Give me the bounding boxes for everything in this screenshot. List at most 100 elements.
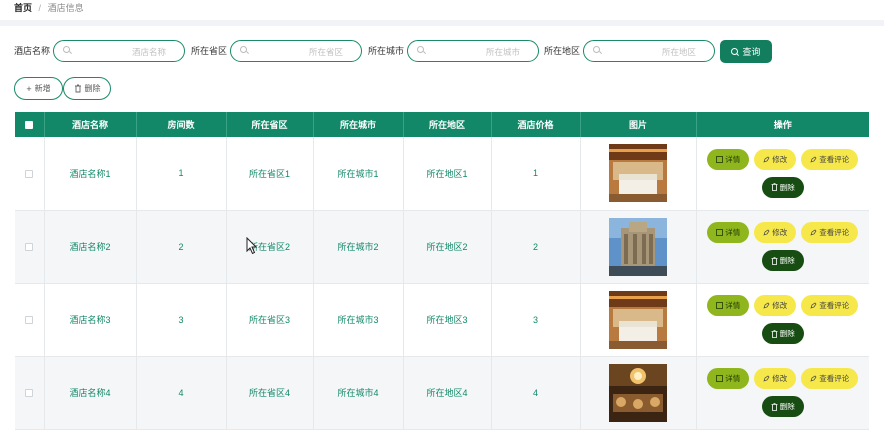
search-placeholder: 所在城市 [485,47,520,57]
search-input-city[interactable]: 所在城市 [407,40,539,62]
trash-icon [771,402,778,411]
search-placeholder: 所在省区 [308,47,343,57]
view-reviews-button-label: 查看评论 [819,301,850,310]
search-icon [417,46,426,55]
cell-price: 4 [491,356,581,430]
delete-button[interactable]: 删除 [761,396,804,417]
row-checkbox[interactable] [15,210,45,284]
view-reviews-button[interactable]: 查看评论 [801,368,859,389]
column-header: 房间数 [136,112,227,137]
search-icon [593,46,602,55]
cell-image [580,283,697,357]
trash-icon [771,329,778,338]
batch-delete-button[interactable]: 删除 [63,77,111,100]
checkbox-icon [25,316,34,325]
detail-button[interactable]: 详情 [707,368,750,389]
search-icon [240,46,249,55]
cell-price: 2 [491,210,581,284]
cell-image [580,210,697,284]
detail-button[interactable]: 详情 [707,148,750,170]
cell-province: 所在省区1 [226,137,314,211]
hotel-photo[interactable] [609,144,667,203]
detail-button[interactable]: 详情 [707,222,750,243]
search-placeholder: 酒店名称 [131,47,166,57]
cell-image [580,356,697,430]
row-checkbox[interactable] [15,356,45,430]
cell-city: 所在城市3 [313,283,404,357]
cell-hotel-name: 酒店名称4 [44,356,137,430]
search-label-province: 所在省区 [191,46,228,56]
cell-district: 所在地区1 [403,137,492,211]
column-header: 所在省区 [226,112,314,137]
plus-icon: + [26,83,32,94]
delete-button[interactable]: 删除 [761,323,804,344]
delete-button-label: 删除 [779,402,795,411]
table-row: 酒店名称3 3 所在省区3 所在城市3 所在地区3 3 详情 修改 查看评论 删… [15,283,869,357]
edit-icon [763,375,770,382]
select-all-checkbox[interactable] [15,112,45,137]
table-header-row: 酒店名称 房间数 所在省区 所在城市 所在地区 酒店价格 图片 操作 [15,112,869,137]
view-reviews-button[interactable]: 查看评论 [801,295,859,316]
row-checkbox[interactable] [15,137,45,211]
detail-button-label: 详情 [725,228,741,237]
query-button[interactable]: 查询 [720,40,772,63]
cell-rooms: 1 [136,137,227,211]
cell-rooms: 4 [136,356,227,430]
edit-button-label: 修改 [772,301,788,310]
detail-button-label: 详情 [725,154,741,164]
hotel-photo[interactable] [609,363,667,422]
edit-button-label: 修改 [772,228,788,237]
delete-button[interactable]: 删除 [761,250,804,271]
trash-icon [771,256,778,265]
edit-icon [810,375,817,382]
cell-city: 所在城市4 [313,356,404,430]
delete-button[interactable]: 删除 [761,176,804,198]
breadcrumb-current: 酒店信息 [47,3,84,13]
detail-icon [716,302,724,309]
trash-icon [74,84,81,93]
search-input-district[interactable]: 所在地区 [583,40,715,62]
checkbox-icon [25,243,34,252]
detail-icon [716,155,724,163]
column-header: 操作 [696,112,869,137]
cell-hotel-name: 酒店名称2 [44,210,137,284]
detail-button-label: 详情 [725,374,741,383]
cell-hotel-name: 酒店名称3 [44,283,137,357]
search-icon [63,46,72,55]
hotel-photo[interactable] [609,290,667,349]
column-header: 酒店名称 [44,112,137,137]
column-header: 所在城市 [313,112,404,137]
edit-button[interactable]: 修改 [754,368,797,389]
query-button-label: 查询 [742,47,761,57]
add-button[interactable]: + 新增 [14,77,63,100]
edit-button[interactable]: 修改 [754,148,797,170]
edit-icon [810,156,817,163]
edit-button[interactable]: 修改 [754,295,797,316]
edit-button[interactable]: 修改 [754,222,797,243]
view-reviews-button[interactable]: 查看评论 [801,148,859,170]
detail-icon [716,375,724,382]
row-checkbox[interactable] [15,283,45,357]
search-input-province[interactable]: 所在省区 [230,40,362,62]
search-label-hotel-name: 酒店名称 [14,46,51,56]
delete-button-label: 删除 [779,256,795,265]
breadcrumb-home[interactable]: 首页 [14,3,32,13]
breadcrumb-bar: 首页 / 酒店信息 [0,0,884,20]
cell-hotel-name: 酒店名称1 [44,137,137,211]
add-button-label: 新增 [34,84,51,93]
checkbox-icon [25,121,34,130]
column-header: 酒店价格 [491,112,581,137]
search-input-hotel-name[interactable]: 酒店名称 [53,40,185,62]
edit-button-label: 修改 [772,374,788,383]
view-reviews-button-label: 查看评论 [819,228,850,237]
cell-actions: 详情 修改 查看评论 删除 [696,356,869,430]
detail-button[interactable]: 详情 [707,295,750,316]
view-reviews-button[interactable]: 查看评论 [801,222,859,243]
edit-icon [810,302,817,309]
edit-button-label: 修改 [772,154,788,164]
breadcrumb: 首页 / 酒店信息 [14,3,84,13]
cell-province: 所在省区4 [226,356,314,430]
delete-button-label: 删除 [779,182,795,192]
hotel-photo[interactable] [609,217,667,276]
cell-city: 所在城市2 [313,210,404,284]
